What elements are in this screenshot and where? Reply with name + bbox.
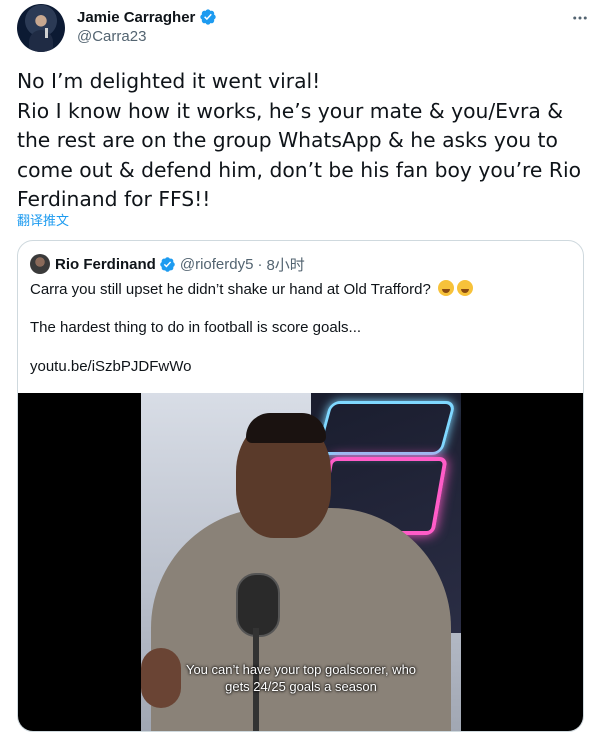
author-avatar[interactable]: [17, 4, 65, 52]
author-handle[interactable]: @Carra23: [77, 28, 146, 45]
speaker-body: [151, 508, 451, 731]
quoted-display-name: Rio Ferdinand: [55, 255, 156, 273]
video-caption: You can’t have your top goalscorer, who …: [141, 661, 461, 695]
video-caption-line1: You can’t have your top goalscorer, who: [185, 662, 417, 677]
neon-sign-top: [315, 401, 457, 455]
quoted-handle: @rioferdy5: [179, 255, 254, 273]
avatar-figure: [29, 30, 53, 52]
quoted-text-line1: Carra you still upset he didn’t shake ur…: [30, 280, 473, 298]
quoted-text-line2: The hardest thing to do in football is s…: [30, 319, 362, 336]
quoted-header: Rio Ferdinand @rioferdy5 · 8小时: [55, 254, 305, 274]
verified-badge-icon: [200, 9, 217, 25]
quoted-text: Carra you still upset he didn’t shake ur…: [30, 281, 431, 298]
more-options-icon[interactable]: [570, 8, 590, 28]
video-player[interactable]: You can’t have your top goalscorer, who …: [18, 393, 583, 731]
tweet-text: No I’m delighted it went viral! Rio I kn…: [17, 69, 581, 212]
author-name-row: Jamie Carragher: [77, 7, 217, 27]
quoted-author-avatar: [30, 254, 50, 274]
speaker-hair: [246, 413, 326, 443]
laughing-emoji-icon: [437, 280, 454, 296]
avatar-mic: [45, 28, 48, 38]
separator-dot: ·: [257, 255, 263, 273]
tweet: Jamie Carragher @Carra23 No I’m delighte…: [0, 0, 614, 732]
laughing-emoji-icon: [456, 280, 473, 296]
verified-badge-icon: [160, 256, 175, 272]
quoted-timestamp: 8小时: [266, 256, 305, 274]
video-caption-line2: gets 24/25 goals a season: [225, 679, 377, 694]
translate-tweet-link[interactable]: 翻译推文: [17, 210, 69, 229]
quoted-link[interactable]: youtu.be/iSzbPJDFwWo: [30, 358, 191, 375]
ellipsis-icon: [573, 16, 587, 20]
author-display-name[interactable]: Jamie Carragher: [77, 9, 195, 26]
quoted-tweet[interactable]: Rio Ferdinand @rioferdy5 · 8小时 Carra you…: [17, 240, 584, 732]
video-frame: You can’t have your top goalscorer, who …: [141, 393, 461, 731]
